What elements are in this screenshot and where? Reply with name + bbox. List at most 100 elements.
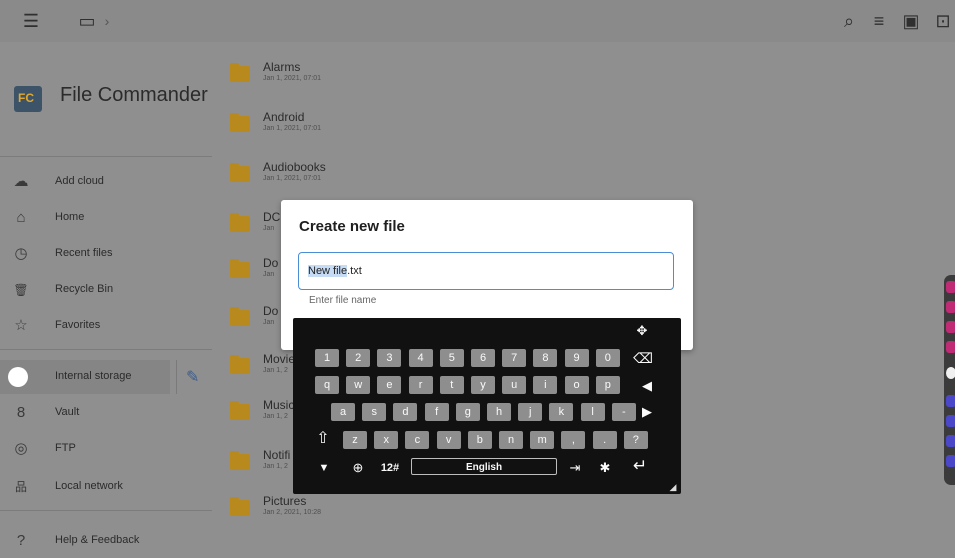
key[interactable]: e <box>377 376 402 394</box>
drawer-divider <box>0 510 212 511</box>
key[interactable]: v <box>436 431 461 449</box>
tab-key[interactable]: ⇥ <box>565 459 585 477</box>
key[interactable]: a <box>331 403 355 421</box>
key[interactable]: k <box>549 403 574 421</box>
shortcut-icon[interactable] <box>946 395 955 407</box>
shortcut-icon[interactable] <box>946 301 955 313</box>
key[interactable]: b <box>467 431 492 449</box>
key[interactable]: 4 <box>408 349 433 367</box>
key[interactable]: o <box>564 376 589 394</box>
key[interactable]: 9 <box>564 349 589 367</box>
navigation-drawer: FC File Commander ☁ Add cloud ⌂ Home ◷ R… <box>0 42 212 549</box>
key[interactable]: f <box>424 403 449 421</box>
globe-key[interactable]: ⊕ <box>349 459 367 477</box>
home-bubble-icon[interactable] <box>946 367 955 379</box>
nav-label: Home <box>55 211 85 223</box>
key[interactable]: h <box>487 403 511 421</box>
nav-vault[interactable]: 8 Vault <box>0 396 212 430</box>
key[interactable]: 5 <box>439 349 464 367</box>
file-name: Do <box>263 304 279 318</box>
key[interactable]: p <box>595 376 620 394</box>
sort-icon[interactable]: ≡ <box>866 8 892 34</box>
file-date: Jan 1, 2 <box>263 413 288 420</box>
key[interactable]: 1 <box>315 349 339 367</box>
shortcut-icon[interactable] <box>946 415 955 427</box>
file-row[interactable]: Audiobooks Jan 1, 2021, 07:01 <box>212 150 955 200</box>
new-file-icon[interactable]: ▣ <box>898 8 924 34</box>
nav-ftp[interactable]: ◎ FTP <box>0 432 212 466</box>
floating-sidebar[interactable] <box>944 275 955 485</box>
nav-home[interactable]: ⌂ Home <box>0 201 212 235</box>
shortcut-icon[interactable] <box>946 435 955 447</box>
breadcrumb-separator: › <box>104 13 110 29</box>
key[interactable]: n <box>499 431 523 449</box>
nav-recycle-bin[interactable]: 🗑 Recycle Bin <box>0 273 212 307</box>
file-row[interactable]: Alarms Jan 1, 2021, 07:01 <box>212 50 955 100</box>
filename-selected-text: New file <box>308 265 348 277</box>
key[interactable]: . <box>592 431 617 449</box>
key[interactable]: x <box>374 431 399 449</box>
nav-label: Help & Feedback <box>55 534 140 546</box>
filename-extension: .txt <box>347 265 362 277</box>
key[interactable]: y <box>471 376 495 394</box>
shortcut-icon[interactable] <box>946 281 955 293</box>
clean-icon[interactable]: ✎ <box>186 367 199 387</box>
symbols-key[interactable]: 12# <box>377 459 403 477</box>
file-row[interactable]: Android Jan 1, 2021, 07:01 <box>212 100 955 150</box>
nav-help-feedback[interactable]: ? Help & Feedback <box>0 524 212 558</box>
shortcut-icon[interactable] <box>946 341 955 353</box>
key[interactable]: w <box>346 376 371 394</box>
key[interactable]: 0 <box>595 349 620 367</box>
enter-key[interactable]: ↵ <box>629 457 651 475</box>
key[interactable]: g <box>455 403 480 421</box>
nav-add-cloud[interactable]: ☁ Add cloud <box>0 165 212 199</box>
key[interactable]: ? <box>623 431 648 449</box>
hide-keyboard-key[interactable]: ▼ <box>315 459 333 477</box>
folder-icon <box>230 63 250 82</box>
file-date: Jan 1, 2021, 07:01 <box>263 125 321 132</box>
key[interactable]: u <box>502 376 527 394</box>
star-icon: ☆ <box>14 317 28 334</box>
key[interactable]: i <box>533 376 558 394</box>
shortcut-icon[interactable] <box>946 455 955 467</box>
key[interactable]: q <box>315 376 339 394</box>
globe-icon: ◎ <box>14 440 28 457</box>
file-date: Jan <box>263 319 275 326</box>
settings-key[interactable]: ✱ <box>595 459 615 477</box>
key[interactable]: t <box>439 376 464 394</box>
dialog-title: Create new file <box>299 218 405 235</box>
hamburger-icon[interactable]: ☰ <box>18 8 44 34</box>
cursor-left-key[interactable]: ◀ <box>637 377 657 395</box>
key[interactable]: l <box>580 403 605 421</box>
key[interactable]: 3 <box>377 349 402 367</box>
filename-input[interactable]: New file.txt <box>298 252 674 290</box>
key[interactable]: c <box>405 431 430 449</box>
nav-favorites[interactable]: ☆ Favorites <box>0 309 212 343</box>
search-icon[interactable]: ⌕ <box>836 8 862 34</box>
cursor-right-key[interactable]: ▶ <box>637 403 657 421</box>
key[interactable]: d <box>393 403 418 421</box>
folder-icon <box>230 401 250 420</box>
key[interactable]: - <box>611 403 636 421</box>
key[interactable]: 7 <box>502 349 527 367</box>
nav-internal-storage[interactable]: Internal storage <box>0 360 170 394</box>
nav-recent-files[interactable]: ◷ Recent files <box>0 237 212 271</box>
key[interactable]: z <box>343 431 367 449</box>
file-date: Jan <box>263 225 275 232</box>
key[interactable]: s <box>362 403 387 421</box>
new-folder-icon[interactable]: ⊡ <box>930 8 955 34</box>
key[interactable]: 6 <box>471 349 495 367</box>
key[interactable]: 2 <box>346 349 371 367</box>
key[interactable]: r <box>408 376 433 394</box>
key[interactable]: j <box>518 403 543 421</box>
key[interactable]: 8 <box>533 349 558 367</box>
key[interactable]: , <box>561 431 586 449</box>
resize-handle-icon[interactable]: ◢ <box>667 478 679 496</box>
shortcut-icon[interactable] <box>946 321 955 333</box>
move-keyboard-icon[interactable]: ✥ <box>631 322 653 340</box>
shift-key[interactable]: ⇧ <box>313 430 333 448</box>
spacebar-key[interactable]: English <box>411 458 557 475</box>
nav-local-network[interactable]: 品 Local network <box>0 470 212 504</box>
key[interactable]: m <box>530 431 555 449</box>
backspace-key[interactable]: ⌫ <box>631 349 655 367</box>
